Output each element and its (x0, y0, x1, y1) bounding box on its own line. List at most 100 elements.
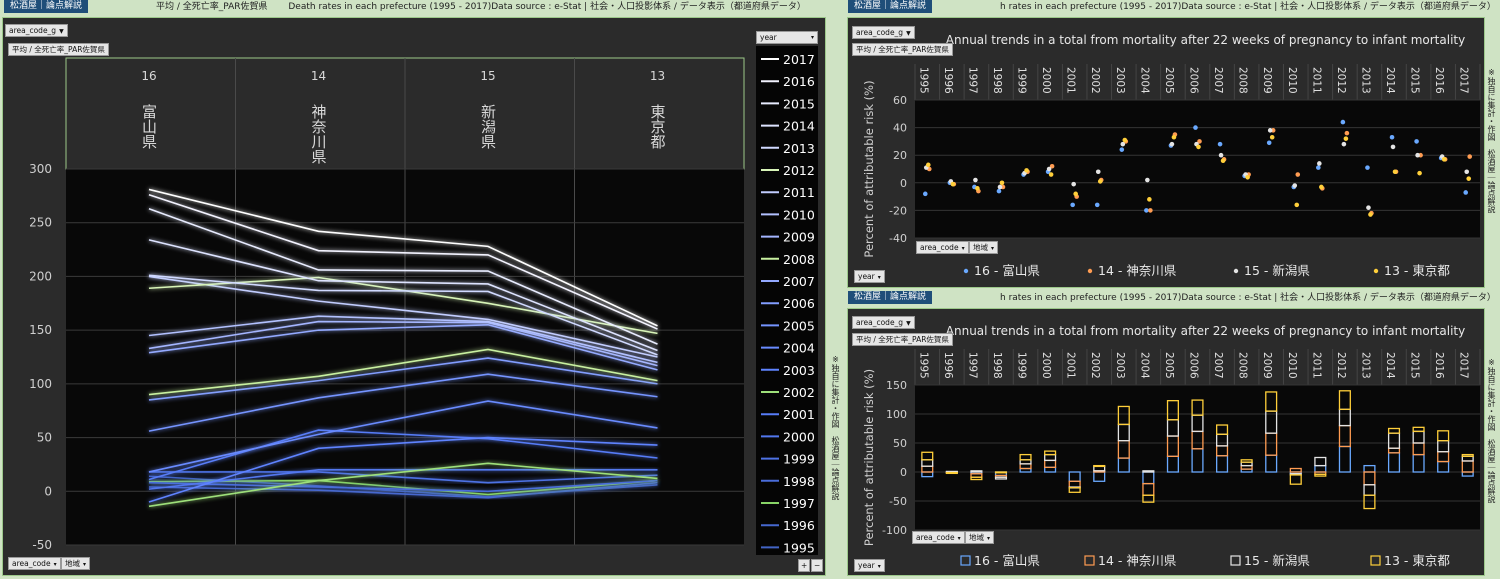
scatter-point (1218, 152, 1224, 158)
scatter-point (1343, 136, 1349, 141)
legend-label-0: 16 - 富山県 (974, 553, 1040, 568)
year-column-label: 2005 (1163, 352, 1175, 379)
legend-label-2012: 2012 (783, 163, 815, 178)
year-column-label: 2017 (1458, 67, 1470, 94)
year-column-label: 1997 (966, 352, 978, 379)
chevron-down-icon: ▾ (83, 561, 87, 568)
measure-pill-rb[interactable]: 平均 / 全死亡率_PAR佐賀県 (852, 333, 953, 346)
y-tick-label: -20 (889, 204, 907, 217)
scatter-point (1120, 141, 1126, 147)
y-tick-label: 100 (29, 377, 52, 391)
area-code-g-filter[interactable]: area_code_g ▼ (5, 24, 68, 37)
legend-label-2005: 2005 (783, 318, 815, 333)
column-code-label: 14 (311, 69, 326, 83)
year-column-label: 2010 (1286, 67, 1298, 94)
header-title-left: 平均 / 全死亡率_PAR佐賀県 Death rates in each pre… (156, 2, 806, 12)
year-column-label: 2010 (1286, 352, 1298, 379)
scatter-point (1046, 166, 1052, 172)
y-axis-title: Percent of attributable risk (%) (862, 80, 876, 257)
scatter-point (1094, 202, 1100, 208)
year-column-label: 2011 (1310, 67, 1322, 94)
year-column-label: 2009 (1261, 352, 1273, 379)
header-title-right-bottom: h rates in each prefecture (1995 - 2017)… (1000, 293, 1496, 303)
legend-dot-3 (1373, 268, 1379, 274)
year-column-label: 1996 (942, 67, 954, 94)
zoom-plus-button[interactable]: + (798, 559, 811, 572)
year-column-label: 2004 (1138, 67, 1150, 94)
measure-pill[interactable]: 平均 / 全死亡率_PAR佐賀県 (8, 43, 109, 56)
scatter-point (1316, 165, 1321, 170)
chart-title: Annual trends in a total from mortality … (946, 33, 1465, 47)
brand-tag-right-top: 松酒屋｜論点解説 (848, 0, 933, 13)
scatter-point (1266, 140, 1272, 146)
year-column-label: 2012 (1335, 67, 1347, 94)
brand-tag-right-bottom: 松酒屋｜論点解説 (848, 291, 933, 304)
year-column-label: 2015 (1409, 352, 1421, 379)
scatter-point (1464, 169, 1470, 175)
y-tick-label: -50 (889, 495, 907, 508)
region-pill[interactable]: 地域 ▾ (61, 557, 91, 570)
area-code-pill-rb[interactable]: area_code ▾ (912, 531, 965, 544)
legend-label-3: 13 - 東京都 (1384, 263, 1450, 278)
legend-label-2013: 2013 (783, 141, 815, 156)
year-pill-rt[interactable]: year ▾ (854, 270, 885, 283)
slope-chart-panel: -50 0 50 100 150 200 250 300 16 富山県 14 神奈川県 15 新潟県 13 東… (2, 17, 826, 576)
scatter-point (950, 181, 956, 187)
y-tick-label: -100 (882, 524, 907, 537)
year-label: year (858, 561, 875, 570)
column-name-label: 富山県 (140, 103, 158, 149)
scatter-point (1073, 191, 1078, 197)
year-column-label: 2003 (1114, 352, 1126, 379)
legend-label-2001: 2001 (783, 407, 815, 422)
chevron-down-icon: ▾ (53, 561, 57, 568)
region-pill-rt[interactable]: 地域 ▾ (969, 241, 999, 254)
legend-label-2000: 2000 (783, 429, 815, 444)
area-code-g-filter-rb[interactable]: area_code_g ▼ (852, 316, 915, 329)
region-label: 地域 (969, 533, 984, 542)
area-code-pill-rt[interactable]: area_code ▾ (916, 241, 969, 254)
legend-label-3: 13 - 東京都 (1384, 553, 1450, 568)
area-code-pill[interactable]: area_code ▾ (8, 557, 61, 570)
legend-box-0 (960, 555, 971, 566)
slope-chart: -50 0 50 100 150 200 250 300 16 富山県 14 神奈川県 15 新潟県 13 東… (29, 46, 818, 555)
year-column-label: 2006 (1188, 67, 1200, 94)
chevron-down-icon: ▾ (877, 563, 881, 570)
chevron-down-icon: ▾ (987, 535, 991, 542)
area-code-g-filter-rt[interactable]: area_code_g ▼ (852, 26, 915, 39)
legend-label-2007: 2007 (783, 274, 815, 289)
scatter-point (1441, 157, 1447, 162)
scatter-point (1196, 144, 1201, 150)
column-code-label: 16 (141, 69, 156, 83)
area-code-g-label: area_code_g (856, 318, 904, 327)
scatter-point (1366, 205, 1371, 210)
y-tick-label: 60 (893, 94, 907, 107)
year-column-label: 2008 (1237, 67, 1249, 94)
scatter-point (1220, 158, 1226, 164)
scatter-point (1390, 144, 1396, 150)
y-tick-label: -50 (32, 538, 52, 552)
year-pill-rb[interactable]: year ▾ (854, 559, 885, 572)
year-column-label: 2004 (1138, 352, 1150, 379)
column-name-label: 東京都 (649, 104, 667, 149)
y-tick-label: 40 (893, 122, 907, 135)
scatter-point (1292, 183, 1298, 188)
y-tick-label: 100 (886, 408, 907, 421)
scatter-point (1147, 197, 1152, 202)
year-column-label: 2014 (1384, 67, 1396, 94)
year-column-label: 2007 (1212, 352, 1224, 379)
scatter-point (1148, 208, 1153, 213)
legend-label-2015: 2015 (783, 96, 815, 111)
legend-label-2016: 2016 (783, 74, 815, 89)
year-legend-label: year (760, 33, 777, 42)
stacked-bar-segment (1093, 464, 1106, 468)
year-column-label: 1999 (1016, 67, 1028, 94)
stacked-bar-panel: Annual trends in a total from mortality … (847, 308, 1485, 576)
scatter-point (975, 186, 980, 191)
legend-box-3 (1370, 555, 1381, 566)
region-pill-rb[interactable]: 地域 ▾ (965, 531, 995, 544)
year-legend-header[interactable]: year ▾ (756, 31, 818, 44)
zoom-minus-button[interactable]: − (811, 559, 824, 572)
measure-pill-rt[interactable]: 平均 / 全死亡率_PAR佐賀県 (852, 43, 953, 56)
year-column-label: 2007 (1212, 67, 1224, 94)
year-column-label: 2001 (1065, 352, 1077, 379)
